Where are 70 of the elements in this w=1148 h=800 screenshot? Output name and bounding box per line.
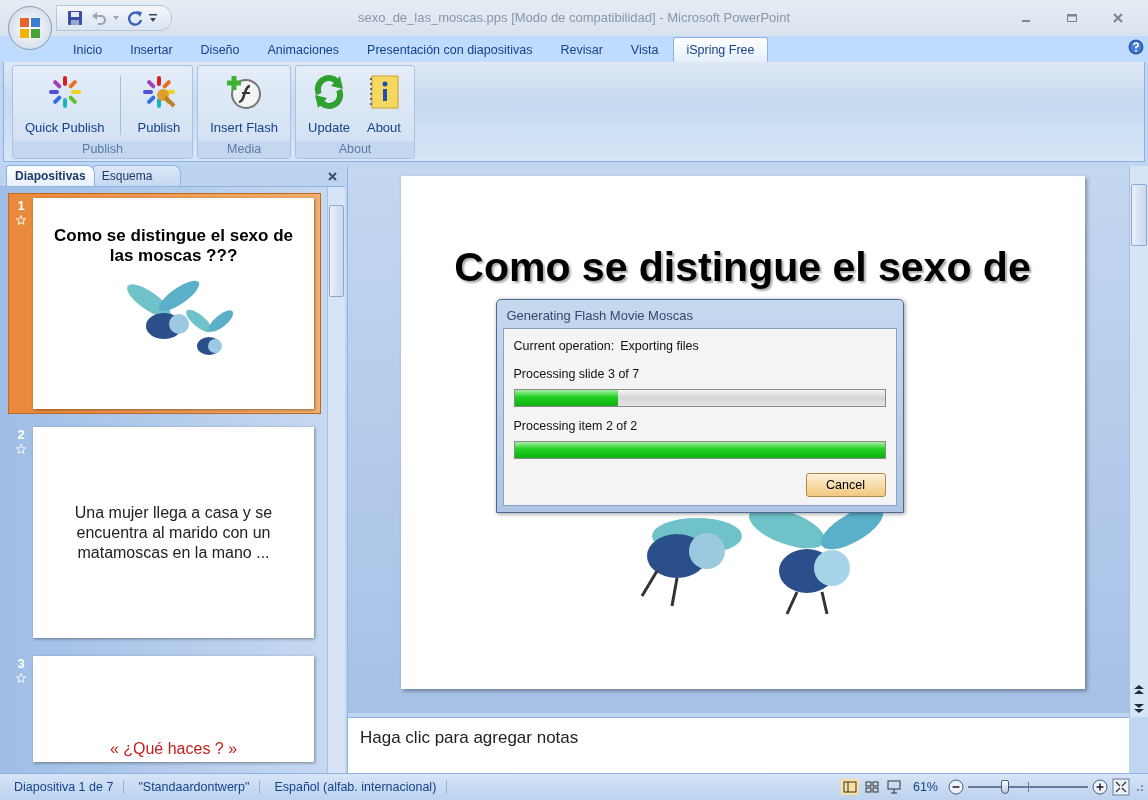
scrollbar[interactable]	[1129, 166, 1148, 717]
slide-thumbnail[interactable]: Como se distingue el sexo de las moscas ???	[33, 198, 314, 409]
status-text: Español (alfab. internacional)	[260, 780, 448, 794]
slide-thumbnail[interactable]: Una mujer llega a casa y se encuentra al marido con un matamoscas en la mano ...	[33, 427, 314, 638]
close-icon[interactable]	[328, 172, 337, 181]
squares-icon	[17, 15, 43, 41]
status-text: "Standaardontwerp"	[124, 780, 261, 794]
group-label: Publish	[13, 141, 193, 158]
help-icon[interactable]	[1128, 39, 1144, 55]
ribbon-tab[interactable]: Inicio	[60, 37, 116, 62]
scrollbar-thumb[interactable]	[1131, 184, 1147, 246]
ribbon-tab[interactable]: Insertar	[117, 37, 186, 62]
selected-slide-frame[interactable]: 1 Como se distingue el sexo de las moscas ???	[8, 193, 321, 414]
status-text: Diapositiva 1 de 7	[0, 780, 125, 794]
ribbon-tab[interactable]: Presentación con diapositivas	[354, 37, 546, 62]
ribbon-button[interactable]: Quick Publish	[17, 70, 113, 141]
cancel-button[interactable]: Cancel	[805, 473, 886, 497]
redo-icon[interactable]	[127, 10, 143, 26]
ribbon-tab[interactable]: Diseño	[187, 37, 253, 62]
progress-label: Processing slide 3 of 7	[513, 367, 641, 381]
office-button[interactable]	[8, 6, 52, 50]
slide-title: Como se distingue el sexo de las moscas ???	[53, 226, 294, 266]
slide-title: Como se distingue el sexo de	[453, 244, 1032, 291]
slide-number: 2	[17, 427, 25, 442]
burst-icon	[140, 74, 177, 110]
slide-sorter-icon[interactable]	[862, 779, 881, 795]
ribbon-tab[interactable]: iSpring Free	[673, 37, 768, 62]
ribbon-button[interactable]: Publish	[129, 70, 189, 141]
save-icon[interactable]	[67, 10, 83, 26]
operation-label: Current operation:	[513, 339, 615, 353]
progress-label: Processing item 2 of 2	[513, 419, 639, 433]
pane-tab[interactable]: Esquema	[92, 165, 182, 186]
window-title: sexo_de_las_moscas.pps [Modo de compatibilidad] - Microsoft PowerPoint	[357, 10, 791, 25]
customize-icon[interactable]	[149, 14, 157, 22]
zoom-slider[interactable]	[968, 779, 1088, 795]
zoom-in-icon[interactable]	[1092, 779, 1108, 795]
scrollbar[interactable]	[327, 187, 345, 773]
fit-window-icon[interactable]	[1112, 778, 1130, 796]
star-icon	[16, 215, 26, 225]
resize-grip-icon[interactable]	[1134, 782, 1144, 792]
burst-icon	[46, 74, 83, 110]
slideshow-icon[interactable]	[884, 779, 903, 795]
ribbon-tab[interactable]: Revisar	[547, 37, 616, 62]
notes-field[interactable]: Haga clic para agregar notas	[348, 717, 1129, 773]
flash-icon	[226, 74, 263, 110]
zoom-out-icon[interactable]	[948, 779, 964, 795]
normal-view-icon[interactable]	[840, 779, 859, 795]
dialog-title: Generating Flash Movie Moscas	[505, 307, 694, 325]
slide-number: 3	[17, 656, 25, 671]
close-button[interactable]	[1112, 12, 1124, 24]
slide-thumbnail[interactable]: « ¿Qué haces ? »	[33, 656, 314, 762]
star-icon	[16, 673, 26, 683]
scrollbar-thumb[interactable]	[329, 205, 344, 297]
ribbon-tab[interactable]: Vista	[617, 37, 672, 62]
star-icon	[16, 444, 26, 454]
next-slide-icon[interactable]	[1134, 703, 1144, 713]
maximize-button[interactable]	[1066, 12, 1078, 24]
ribbon-button[interactable]: Update	[300, 70, 358, 141]
pane-tab[interactable]: Diapositivas	[6, 165, 95, 186]
previous-slide-icon[interactable]	[1134, 685, 1144, 695]
group-label: Media	[198, 141, 291, 158]
ribbon-tab[interactable]: Animaciones	[254, 37, 353, 62]
zoom-level[interactable]: 61%	[912, 780, 938, 794]
ribbon-button[interactable]: About	[357, 70, 410, 141]
group-label: About	[296, 141, 414, 158]
ribbon-button[interactable]: Insert Flash	[202, 70, 287, 141]
slide-text: « ¿Qué haces ? »	[109, 740, 238, 758]
operation-value: Exporting files	[620, 339, 699, 353]
slide-number: 1	[17, 198, 25, 213]
slide-text: Una mujer llega a casa y se encuentra al marido con un matamoscas en la mano ...	[73, 502, 274, 563]
